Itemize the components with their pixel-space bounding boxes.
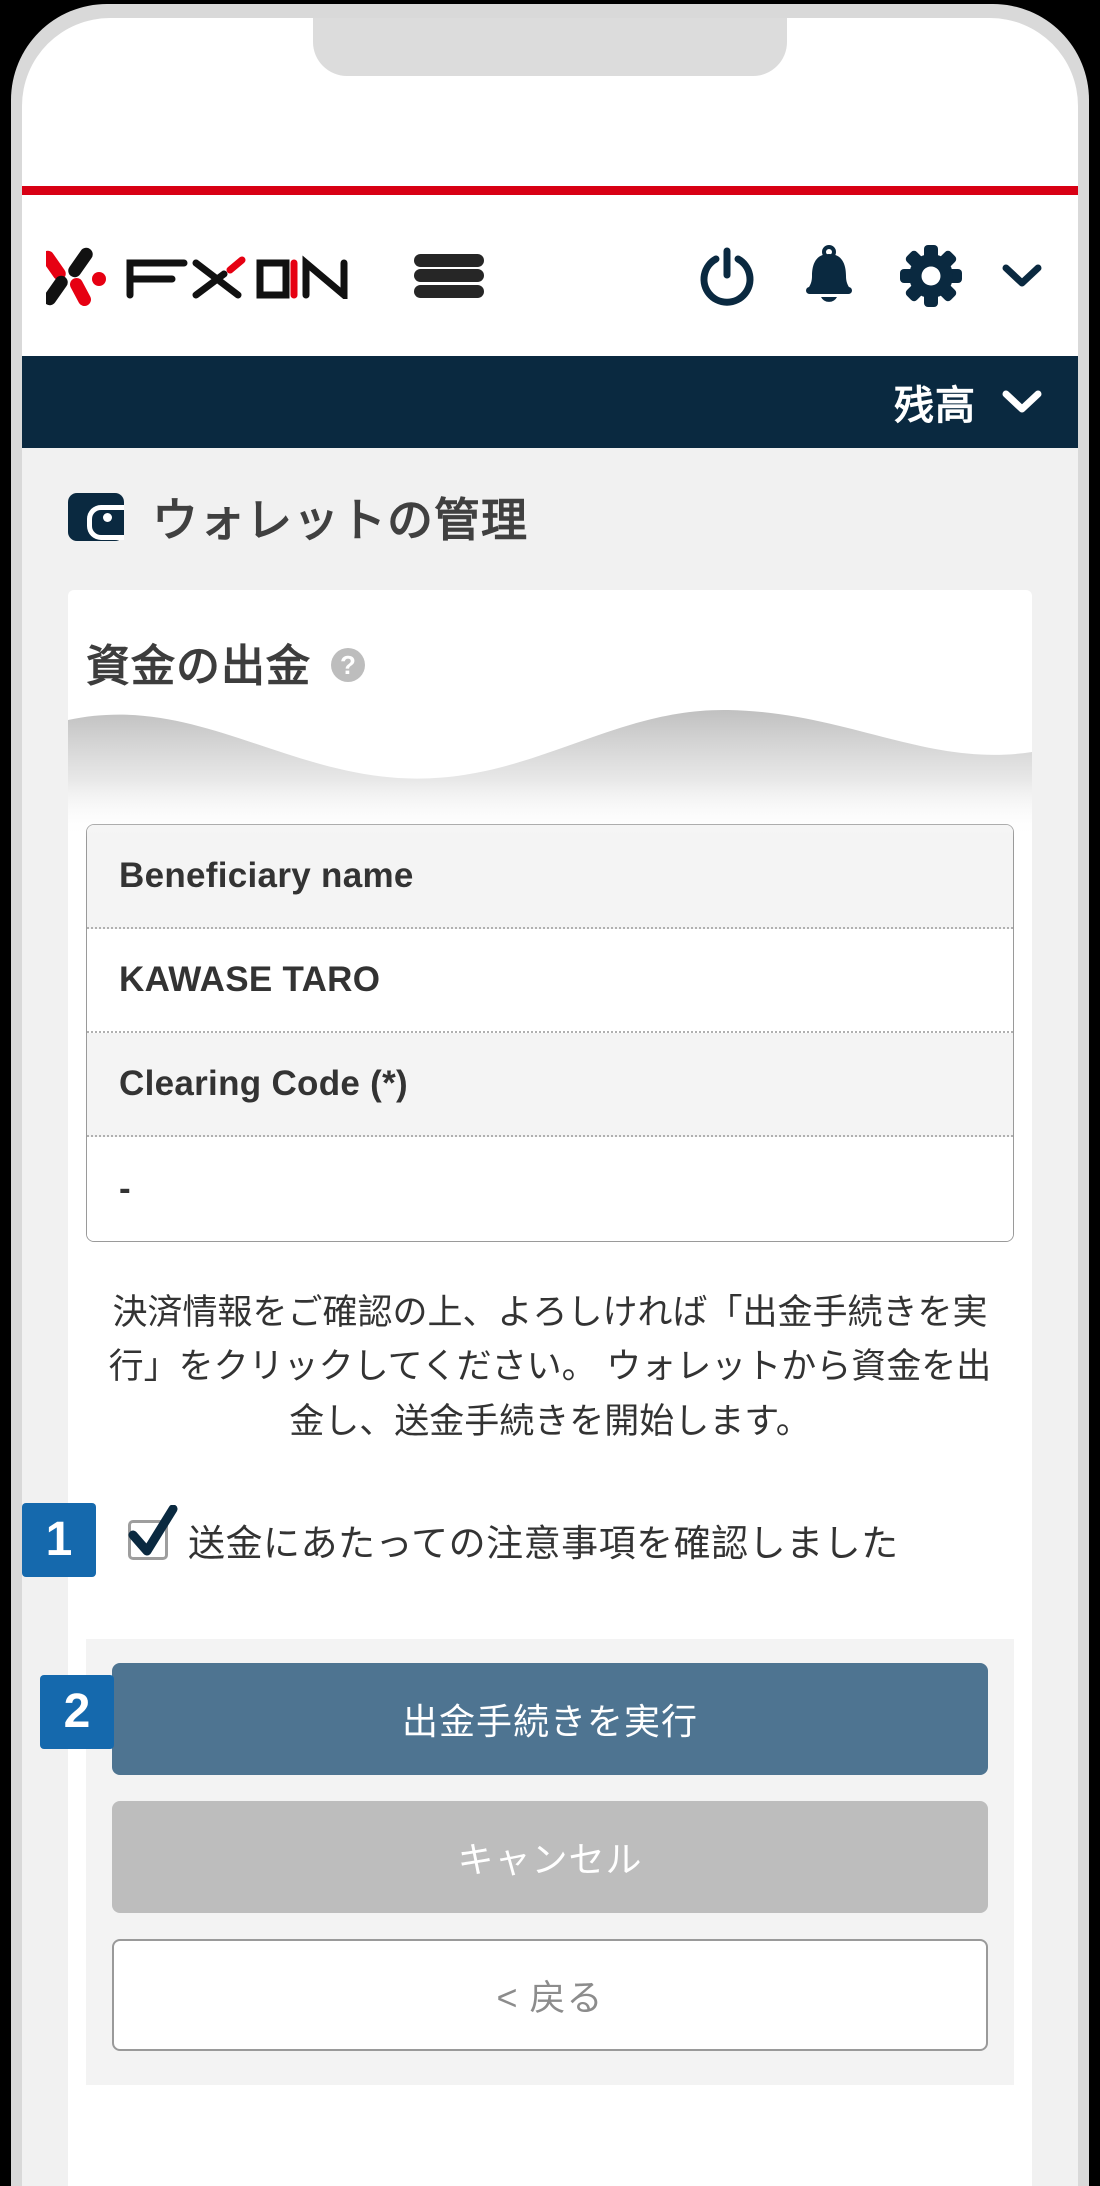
scroll-splice-decoration [68, 709, 1032, 838]
confirm-checkbox[interactable] [128, 1504, 178, 1560]
phone-frame: 残高 ウォレットの管理 資金の出金 ? Beneficiary name KAW… [0, 0, 1100, 2186]
phone-screen: 残高 ウォレットの管理 資金の出金 ? Beneficiary name KAW… [22, 18, 1078, 2186]
withdrawal-detail-table: Beneficiary name KAWASE TARO Clearing Co… [86, 824, 1014, 1242]
phone-notch [313, 18, 787, 76]
bell-icon[interactable] [796, 243, 862, 309]
topbar-actions [694, 243, 1044, 309]
wallet-icon [68, 493, 124, 541]
hamburger-bar [414, 253, 484, 267]
balance-label: 残高 [894, 384, 976, 428]
table-row: KAWASE TARO [87, 929, 1013, 1033]
balance-bar[interactable]: 残高 [22, 356, 1078, 448]
hamburger-menu-icon[interactable] [414, 245, 484, 307]
step-badge-1: 1 [22, 1502, 96, 1577]
fxon-logo[interactable] [46, 244, 358, 308]
table-row: Beneficiary name [87, 825, 1013, 929]
fxon-wordmark-icon [126, 254, 348, 299]
execute-withdrawal-button[interactable]: 出金手続きを実行 [112, 1662, 988, 1775]
table-row: - [87, 1137, 1013, 1241]
step-badge-2: 2 [40, 1674, 114, 1749]
phone-bezel: 残高 ウォレットの管理 資金の出金 ? Beneficiary name KAW… [11, 4, 1089, 2186]
execute-button-wrapper: 2 出金手続きを実行 [40, 1662, 988, 1775]
brand-accent-bar [22, 186, 1078, 195]
hamburger-bar [414, 269, 484, 282]
instruction-text: 決済情報をご確認の上、よろしければ「出金手続きを実行」をクリックしてください。 … [108, 1293, 992, 1441]
power-icon[interactable] [694, 243, 760, 309]
table-row: Clearing Code (*) [87, 1033, 1013, 1137]
confirm-label: 送金にあたっての注意事項を確認しました [188, 1522, 899, 1564]
page-title: ウォレットの管理 [152, 494, 528, 546]
action-button-panel: 2 出金手続きを実行 キャンセル < 戻る [40, 1638, 1014, 2085]
section-title-row: 資金の出金 ? [68, 630, 1032, 694]
page-header: ウォレットの管理 [22, 448, 1078, 590]
back-button[interactable]: < 戻る [112, 1938, 988, 2051]
question-mark-icon[interactable]: ? [331, 648, 365, 682]
cancel-button[interactable]: キャンセル [112, 1800, 988, 1913]
chevron-down-icon[interactable] [1002, 389, 1042, 415]
page-body: ウォレットの管理 資金の出金 ? Beneficiary name KAWASE… [22, 448, 1078, 2186]
content-card: 資金の出金 ? Beneficiary name KAWASE TARO Cle… [22, 590, 1032, 2186]
top-navigation-bar [22, 195, 1078, 356]
section-title: 資金の出金 [86, 642, 311, 691]
confirmation-row: 1 送金にあたっての注意事項を確認しました [22, 1497, 1032, 1583]
hamburger-bar [414, 284, 484, 298]
gear-icon[interactable] [898, 243, 964, 309]
fxon-mark-icon [46, 247, 106, 306]
check-mark-icon [128, 1504, 178, 1556]
chevron-down-icon[interactable] [1000, 254, 1044, 298]
